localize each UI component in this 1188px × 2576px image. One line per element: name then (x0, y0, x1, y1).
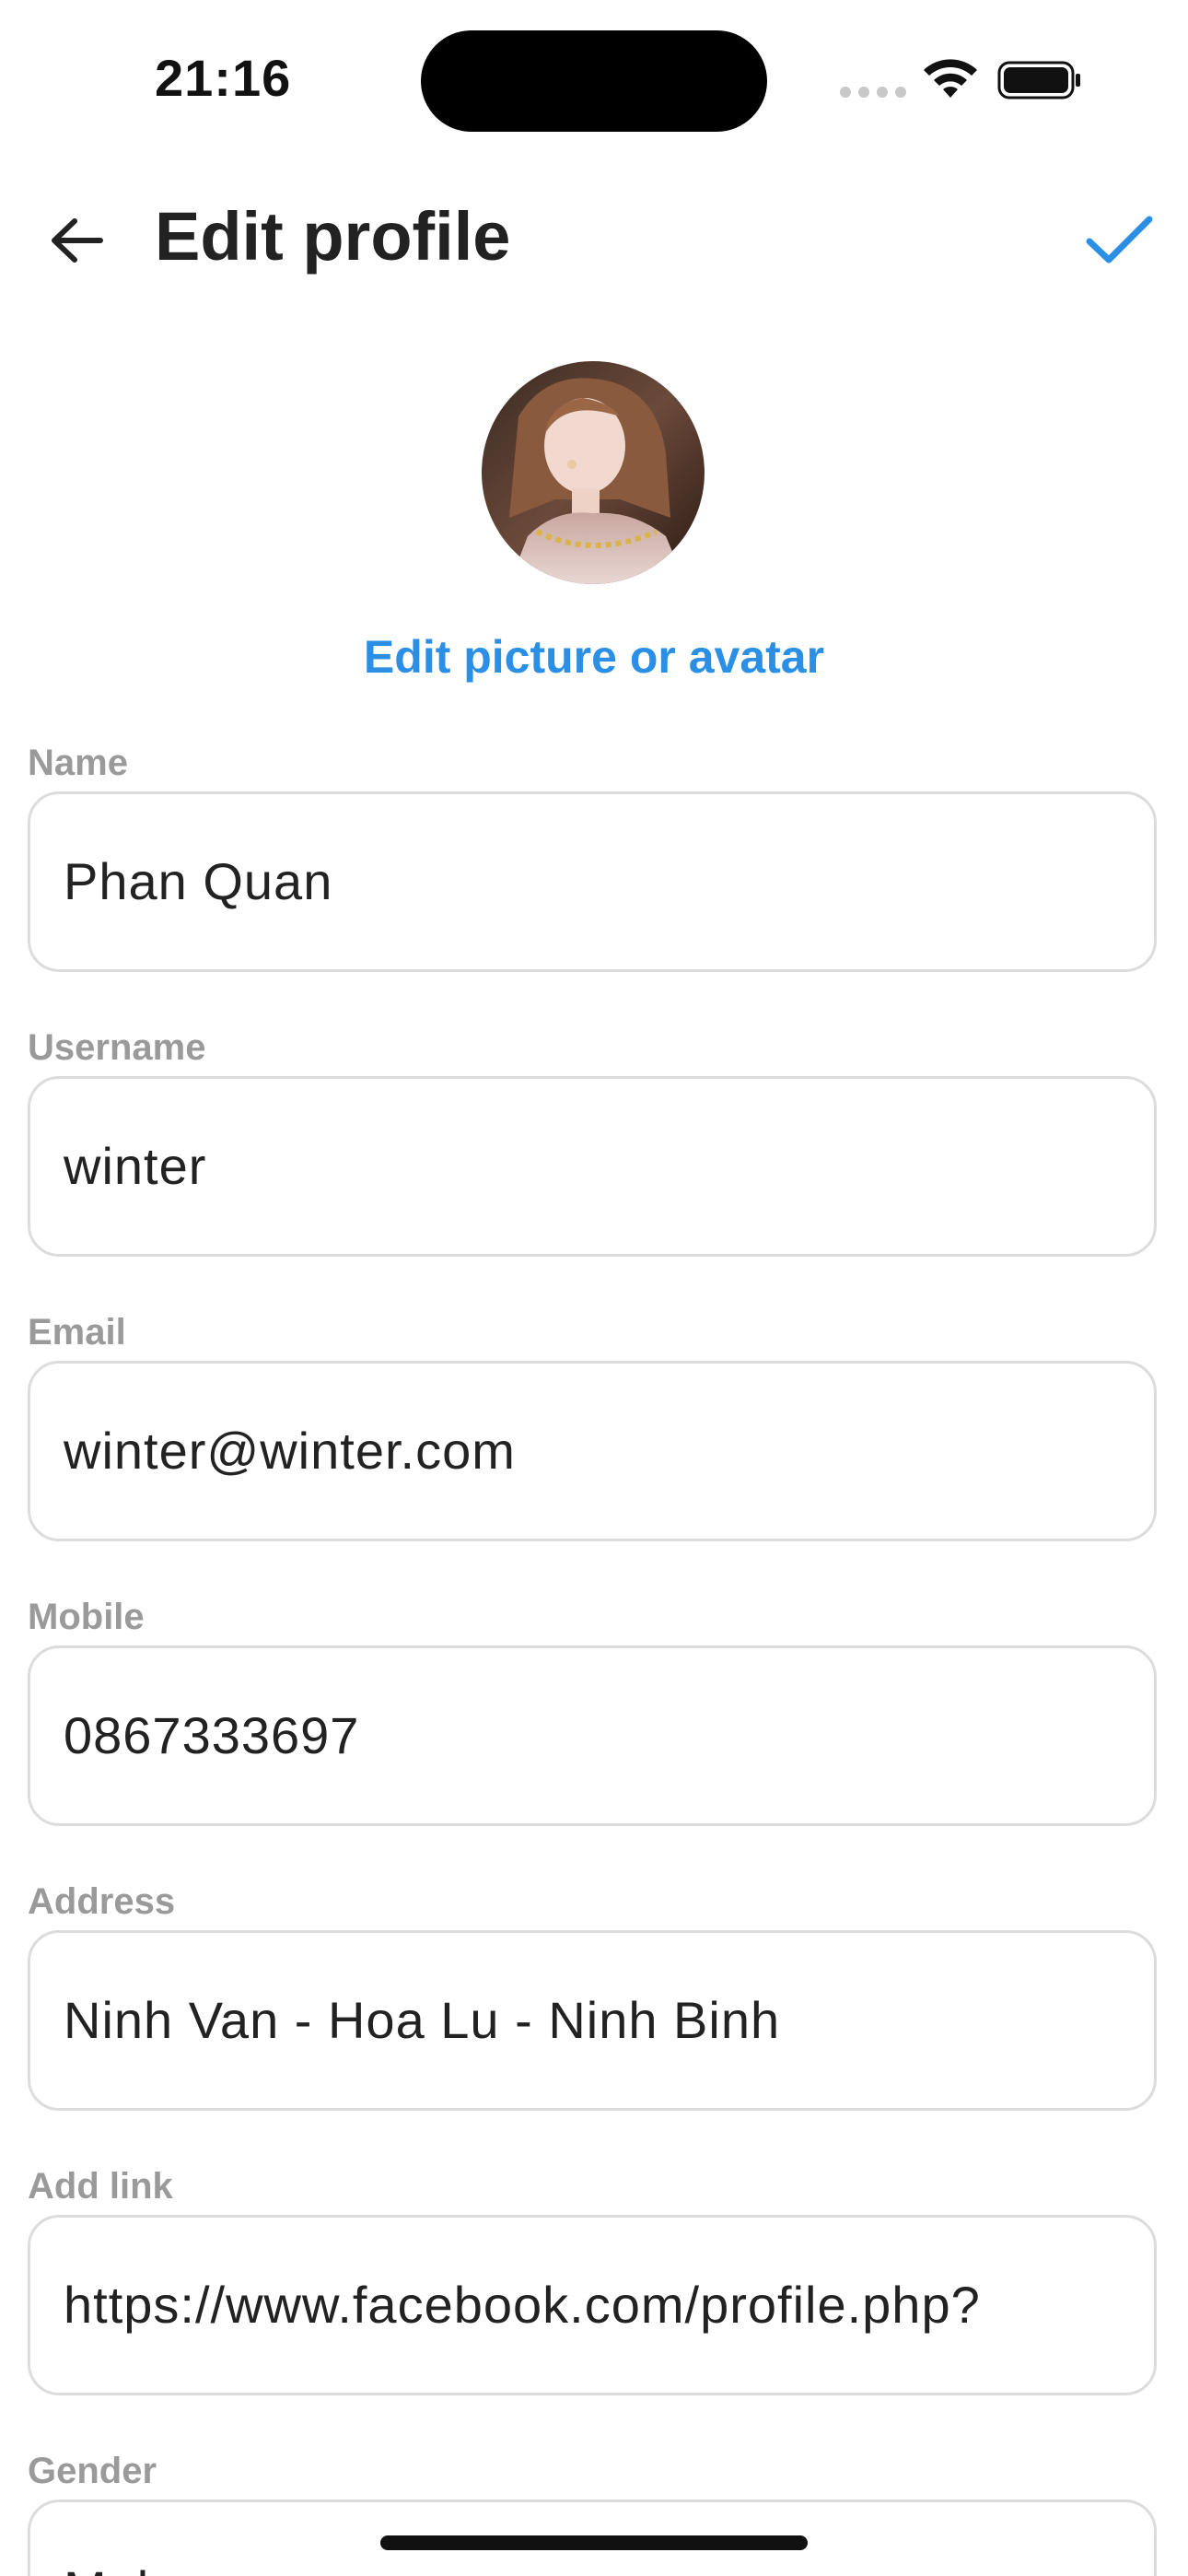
header-bar: Edit profile (0, 184, 1188, 295)
link-label: Add link (28, 2166, 173, 2207)
email-label: Email (28, 1312, 126, 1352)
edit-avatar-link[interactable]: Edit picture or avatar (0, 630, 1188, 684)
name-value: Phan Quan (64, 852, 333, 910)
status-bar: 21:16 (0, 0, 1188, 166)
email-field[interactable]: winter@winter.com (28, 1361, 1157, 1541)
wifi-icon (924, 59, 977, 98)
gender-value: Male (64, 2559, 1121, 2576)
username-value: winter (64, 1137, 207, 1195)
username-field[interactable]: winter (28, 1076, 1157, 1257)
arrow-left-icon (52, 218, 103, 263)
avatar-photo (482, 361, 705, 584)
link-field[interactable]: https://www.facebook.com/profile.php? (28, 2215, 1157, 2395)
email-value: winter@winter.com (64, 1422, 516, 1480)
gender-label: Gender (28, 2451, 157, 2491)
battery-icon (997, 61, 1080, 100)
address-field[interactable]: Ninh Van - Hoa Lu - Ninh Binh (28, 1930, 1157, 2111)
cellular-signal-icon (840, 87, 906, 98)
page-title: Edit profile (155, 198, 511, 275)
mobile-field[interactable]: 0867333697 (28, 1645, 1157, 1826)
home-indicator[interactable] (380, 2535, 808, 2550)
mobile-value: 0867333697 (64, 1706, 360, 1764)
name-field[interactable]: Phan Quan (28, 791, 1157, 972)
link-value: https://www.facebook.com/profile.php? (64, 2276, 981, 2334)
avatar[interactable] (482, 361, 705, 584)
username-label: Username (28, 1027, 206, 1068)
status-time: 21:16 (155, 49, 292, 107)
name-label: Name (28, 743, 128, 783)
dynamic-island (421, 30, 767, 132)
checkmark-icon (1086, 216, 1153, 263)
mobile-label: Mobile (28, 1597, 145, 1637)
address-label: Address (28, 1881, 176, 1922)
address-value: Ninh Van - Hoa Lu - Ninh Binh (64, 1991, 781, 2049)
save-button[interactable] (1077, 203, 1160, 276)
back-button[interactable] (41, 205, 112, 276)
